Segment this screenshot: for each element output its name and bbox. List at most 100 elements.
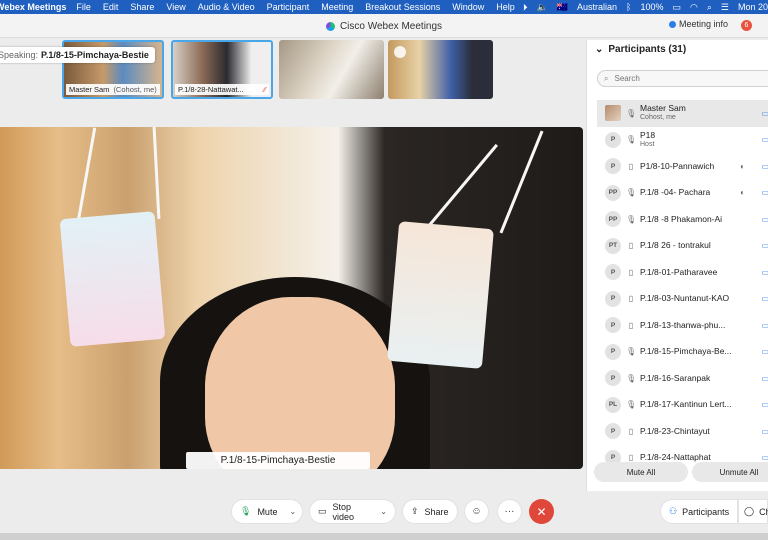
- chat-bubble-icon: ◯: [744, 506, 755, 516]
- participant-list: 🎙 Master Sam Cohost, me ▭ P 🎙 P18 Host ▭ P ▯ P1/8-1…: [597, 100, 768, 471]
- menu-breakout-sessions[interactable]: Breakout Sessions: [365, 2, 440, 12]
- avatar: PL: [605, 396, 621, 413]
- avatar: PP: [605, 184, 621, 201]
- notification-badge[interactable]: 6: [741, 20, 752, 31]
- participant-row[interactable]: P ▯ P.1/8-13-thanwa-phu... ▭: [597, 312, 768, 339]
- clock[interactable]: Mon 20: [738, 2, 768, 12]
- participant-name: P.1/8 26 - tontrakul: [640, 241, 711, 251]
- avatar: P: [605, 370, 621, 387]
- active-speaker-name-tag: P.1/8-15-Pimchaya-Bestie: [186, 452, 370, 469]
- app-menu[interactable]: Webex Meetings: [0, 2, 66, 12]
- more-options-button[interactable]: ···: [497, 499, 522, 524]
- video-thumbnail-3[interactable]: [279, 40, 384, 99]
- video-status-icon: ▭: [761, 188, 768, 198]
- participant-row[interactable]: 🎙 Master Sam Cohost, me ▭: [597, 100, 768, 127]
- avatar: P: [605, 131, 621, 148]
- participant-row[interactable]: P ▯ P1/8-10-Pannawich ◐ ▭: [597, 153, 768, 180]
- participant-name-block: Master Sam Cohost, me: [640, 104, 686, 122]
- microphone-icon: 🎙: [626, 135, 637, 145]
- reactions-button[interactable]: ☺: [464, 499, 489, 524]
- webex-logo-icon: [325, 21, 335, 31]
- phone-icon: ▯: [628, 320, 634, 330]
- mute-label: Mute: [257, 506, 278, 517]
- straw: [424, 143, 499, 231]
- participant-row[interactable]: P 🎙 P.1/8-15-Pimchaya-Be... ▭: [597, 339, 768, 366]
- paper-cup-left: [59, 211, 166, 347]
- leave-meeting-button[interactable]: ✕: [529, 499, 554, 524]
- volume-icon[interactable]: 🔈: [537, 2, 548, 13]
- participant-name: P.1/8-23-Chintayut: [640, 426, 710, 436]
- participant-row[interactable]: P 🎙 P.1/8-16-Saranpak ▭: [597, 365, 768, 392]
- participant-name-block: P.1/8-01-Patharavee: [640, 268, 717, 277]
- avatar: PP: [605, 211, 621, 228]
- share-button[interactable]: ⇪ Share: [402, 499, 458, 524]
- participants-tab-button[interactable]: ⚇ Participants: [660, 499, 738, 524]
- chevron-down-icon[interactable]: ⌄: [595, 44, 603, 55]
- participant-row[interactable]: P 🎙 P18 Host ▭: [597, 127, 768, 154]
- participant-name: P.1/8 -04- Pachara: [640, 188, 711, 198]
- participant-name: P.1/8-15-Pimchaya-Be...: [640, 347, 732, 357]
- bluetooth-icon[interactable]: ᛒ: [626, 2, 631, 12]
- wifi-icon[interactable]: ◠: [690, 2, 698, 13]
- keyboard-layout[interactable]: Australian: [577, 2, 617, 12]
- participant-row[interactable]: PT ▯ P.1/8 26 - tontrakul ▭: [597, 233, 768, 260]
- participant-name: P1/8-10-Pannawich: [640, 161, 715, 171]
- menu-share[interactable]: Share: [130, 2, 154, 12]
- chat-tab-button[interactable]: ◯ Ch: [738, 499, 768, 524]
- stop-video-button[interactable]: ▭ Stop video ⌄: [309, 499, 396, 524]
- microphone-icon: 🎙: [626, 400, 637, 410]
- video-status-icon: ▭: [761, 241, 768, 251]
- search-icon[interactable]: ⌕: [707, 2, 712, 13]
- audio-indicator-icon: [394, 46, 406, 58]
- phone-icon: ▯: [628, 267, 634, 277]
- speaking-name: P.1/8-15-Pimchaya-Bestie: [41, 50, 149, 60]
- control-center-icon[interactable]: ☰: [721, 2, 729, 13]
- menu-meeting[interactable]: Meeting: [321, 2, 353, 12]
- mute-all-button[interactable]: Mute All: [594, 462, 688, 482]
- chevron-down-icon[interactable]: ⌄: [380, 507, 387, 516]
- menu-participant[interactable]: Participant: [267, 2, 310, 12]
- participant-name: P.1/8 -8 Phakamon-Ai: [640, 214, 723, 224]
- participant-name-block: P.1/8 -04- Pachara: [640, 188, 710, 197]
- video-thumbnail-nattawat[interactable]: P.1/8-28-Nattawat... ⁄⁄: [171, 40, 273, 99]
- participant-name: P.1/8-03-Nuntanut-KAO: [640, 294, 730, 304]
- battery-icon[interactable]: ▭: [672, 2, 681, 13]
- menu-window[interactable]: Window: [452, 2, 484, 12]
- menu-edit[interactable]: Edit: [103, 2, 119, 12]
- participant-search[interactable]: ⌕: [597, 70, 768, 87]
- window-title: Cisco Webex Meetings: [0, 14, 768, 38]
- mute-button[interactable]: 🎙 Mute ⌄: [231, 499, 303, 524]
- smiley-icon: ☺: [471, 506, 482, 517]
- close-icon: ✕: [536, 504, 547, 519]
- chevron-down-icon[interactable]: ⌄: [289, 507, 296, 516]
- unmute-all-button[interactable]: Unmute All: [692, 462, 768, 482]
- stop-video-label: Stop video: [332, 501, 355, 522]
- meeting-info-label: Meeting info: [678, 19, 728, 29]
- speaking-label: Speaking:: [0, 50, 39, 60]
- participant-row[interactable]: P ▯ P.1/8-23-Chintayut ▭: [597, 418, 768, 445]
- participant-row[interactable]: PP 🎙 P.1/8 -04- Pachara ◐ ▭: [597, 180, 768, 207]
- menu-help[interactable]: Help: [496, 2, 515, 12]
- main-video-stage[interactable]: P.1/8-15-Pimchaya-Bestie: [0, 127, 583, 469]
- participant-row[interactable]: PP 🎙 P.1/8 -8 Phakamon-Ai ▭: [597, 206, 768, 233]
- search-icon: ⌕: [604, 73, 609, 83]
- participant-name: P.1/8-16-Saranpak: [640, 373, 711, 383]
- menu-view[interactable]: View: [166, 2, 185, 12]
- video-status-icon: ▭: [761, 135, 768, 145]
- participant-row[interactable]: PL 🎙 P.1/8-17-Kantinun Lert... ▭: [597, 392, 768, 419]
- menu-audio-video[interactable]: Audio & Video: [198, 2, 255, 12]
- avatar: P: [605, 343, 621, 360]
- media-icon[interactable]: ⏵: [523, 2, 528, 13]
- participant-row[interactable]: P ▯ P.1/8-01-Patharavee ▭: [597, 259, 768, 286]
- participant-row[interactable]: P ▯ P.1/8-03-Nuntanut-KAO ▭: [597, 286, 768, 313]
- participants-header[interactable]: ⌄ Participants (31): [595, 44, 686, 55]
- participant-name: P.1/8-24-Nattaphat: [640, 453, 711, 463]
- video-thumbnail-4[interactable]: [388, 40, 493, 99]
- menu-file[interactable]: File: [76, 2, 91, 12]
- search-input[interactable]: [614, 74, 755, 83]
- participant-name: P18: [640, 130, 656, 140]
- video-status-icon: ▭: [761, 214, 768, 224]
- meeting-info-button[interactable]: Meeting info: [668, 19, 728, 29]
- avatar: P: [605, 290, 621, 307]
- avatar: [605, 105, 621, 122]
